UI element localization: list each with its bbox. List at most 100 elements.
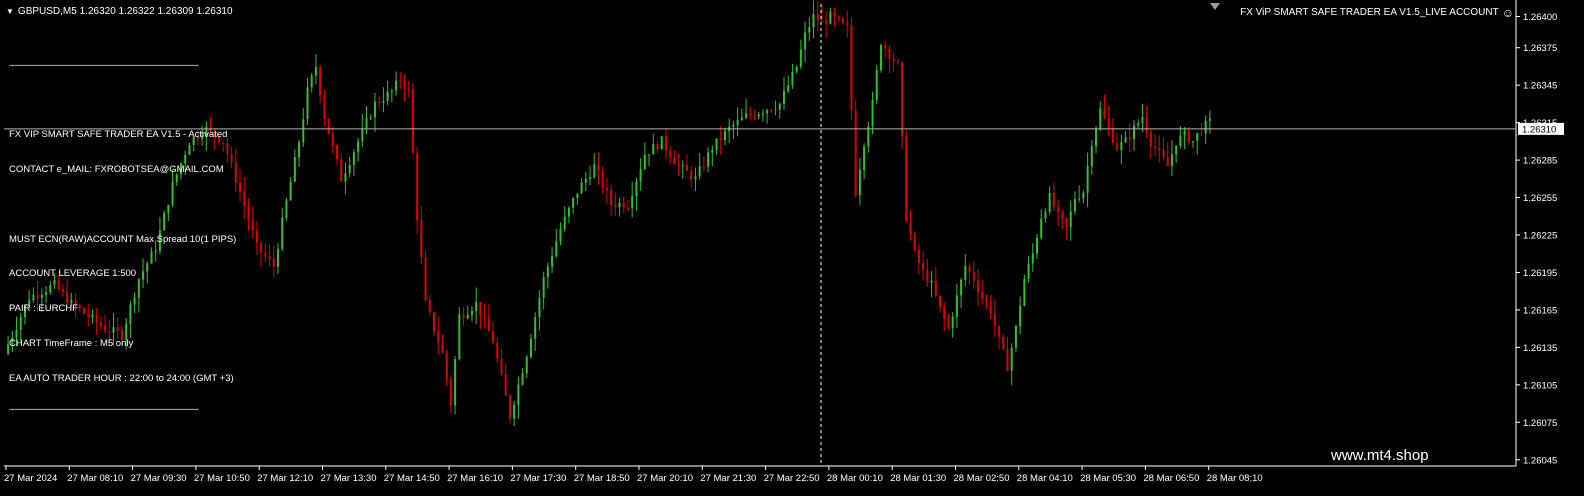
candle-body bbox=[365, 118, 368, 129]
candle-body bbox=[369, 117, 372, 119]
candle-body bbox=[1031, 253, 1034, 264]
candle-body bbox=[1073, 199, 1076, 212]
watermark-text: www.mt4.shop bbox=[1331, 447, 1429, 464]
candle-body bbox=[639, 168, 642, 182]
candle-body bbox=[340, 159, 343, 182]
candle-body bbox=[517, 384, 520, 405]
candle-body bbox=[1052, 192, 1055, 208]
candle-body bbox=[567, 207, 570, 217]
candle-body bbox=[298, 142, 301, 158]
candle-body bbox=[1141, 117, 1144, 124]
candle-body bbox=[761, 113, 764, 115]
candle-body bbox=[719, 138, 722, 141]
candle-body bbox=[698, 166, 701, 177]
candle-body bbox=[610, 190, 613, 205]
y-tick-label: 1.26135 bbox=[1523, 343, 1557, 354]
x-tick-label: 28 Mar 01:30 bbox=[890, 473, 946, 484]
candle-body bbox=[302, 119, 305, 143]
candle-body bbox=[1149, 132, 1152, 147]
candle-body bbox=[892, 58, 895, 62]
candle-body bbox=[327, 118, 330, 134]
candle-body bbox=[1179, 135, 1182, 146]
candle-body bbox=[1103, 108, 1106, 119]
candle-body bbox=[888, 48, 891, 59]
x-tick-label: 27 Mar 10:50 bbox=[194, 473, 250, 484]
candle-body bbox=[850, 25, 853, 111]
candle-body bbox=[1090, 146, 1093, 167]
chart-shift-marker-icon[interactable] bbox=[1210, 3, 1220, 10]
candle-body bbox=[854, 110, 857, 196]
y-tick-label: 1.26255 bbox=[1523, 193, 1557, 204]
candle-body bbox=[686, 164, 689, 171]
x-tick-label: 27 Mar 12:10 bbox=[257, 473, 313, 484]
candle-body bbox=[985, 298, 988, 303]
price-chart: 1.264001.263751.263451.263151.262851.262… bbox=[4, 0, 1564, 484]
candle-body bbox=[664, 136, 667, 151]
y-tick-label: 1.26375 bbox=[1523, 43, 1557, 54]
candle-body bbox=[1044, 211, 1047, 219]
candle-body bbox=[1078, 198, 1081, 200]
candle-body bbox=[508, 395, 511, 419]
candle-body bbox=[416, 152, 419, 220]
ea-title: FX ViP SMART SAFE TRADER EA V1.5_LIVE AC… bbox=[1240, 7, 1514, 19]
candle-body bbox=[1048, 192, 1051, 212]
x-tick-label: 27 Mar 21:30 bbox=[700, 473, 756, 484]
candle-body bbox=[1200, 133, 1203, 135]
candle-body bbox=[909, 220, 912, 235]
candle-body bbox=[947, 318, 950, 328]
candle-body bbox=[652, 143, 655, 155]
candle-body bbox=[1145, 117, 1148, 133]
candle-body bbox=[563, 216, 566, 229]
smiley-icon[interactable]: ☺ bbox=[1502, 7, 1514, 19]
candle-body bbox=[1010, 347, 1013, 371]
candle-body bbox=[820, 20, 823, 22]
candle-body bbox=[1124, 137, 1127, 143]
candle-body bbox=[1036, 237, 1039, 254]
candle-body bbox=[871, 99, 874, 127]
candle-body bbox=[778, 103, 781, 110]
candle-body bbox=[1175, 145, 1178, 155]
candle-body bbox=[424, 257, 427, 301]
dropdown-arrow-icon[interactable]: ▼ bbox=[6, 7, 14, 16]
x-tick-label: 27 Mar 13:30 bbox=[321, 473, 377, 484]
candle-body bbox=[247, 205, 250, 221]
candle-body bbox=[492, 331, 495, 344]
candle-body bbox=[449, 378, 452, 406]
candle-body bbox=[740, 117, 743, 121]
candle-body bbox=[601, 171, 604, 188]
candle-body bbox=[694, 176, 697, 180]
candle-body bbox=[791, 71, 794, 86]
candle-body bbox=[825, 20, 828, 24]
candle-body bbox=[285, 200, 288, 218]
candle-body bbox=[1208, 118, 1211, 121]
candle-body bbox=[1019, 305, 1022, 327]
candle-body bbox=[483, 316, 486, 318]
candle-body bbox=[428, 300, 431, 313]
candle-body bbox=[981, 292, 984, 299]
candle-body bbox=[441, 342, 444, 353]
candle-body bbox=[1002, 336, 1005, 349]
candle-body bbox=[1187, 130, 1190, 143]
symbol-bar[interactable]: ▼ GBPUSD,M5 1.26320 1.26322 1.26309 1.26… bbox=[6, 6, 233, 17]
candle-body bbox=[386, 91, 389, 102]
candle-body bbox=[276, 248, 279, 267]
candle-body bbox=[407, 88, 410, 90]
candle-body bbox=[846, 22, 849, 26]
candle-body bbox=[437, 331, 440, 343]
candle-body bbox=[884, 45, 887, 49]
candle-body bbox=[863, 146, 866, 170]
candle-body bbox=[799, 49, 802, 67]
candle-body bbox=[243, 191, 246, 206]
x-tick-label: 28 Mar 02:50 bbox=[954, 473, 1010, 484]
candle-body bbox=[998, 325, 1001, 337]
candle-body bbox=[260, 242, 263, 253]
candle-body bbox=[504, 374, 507, 396]
candle-body bbox=[462, 314, 465, 319]
candle-body bbox=[310, 75, 313, 88]
candle-body bbox=[757, 114, 760, 117]
info-line: ACCOUNT LEVERAGE 1:500 bbox=[9, 268, 137, 280]
candle-body bbox=[690, 170, 693, 180]
candle-body bbox=[1065, 218, 1068, 228]
candle-body bbox=[614, 204, 617, 208]
candle-body bbox=[403, 80, 406, 89]
